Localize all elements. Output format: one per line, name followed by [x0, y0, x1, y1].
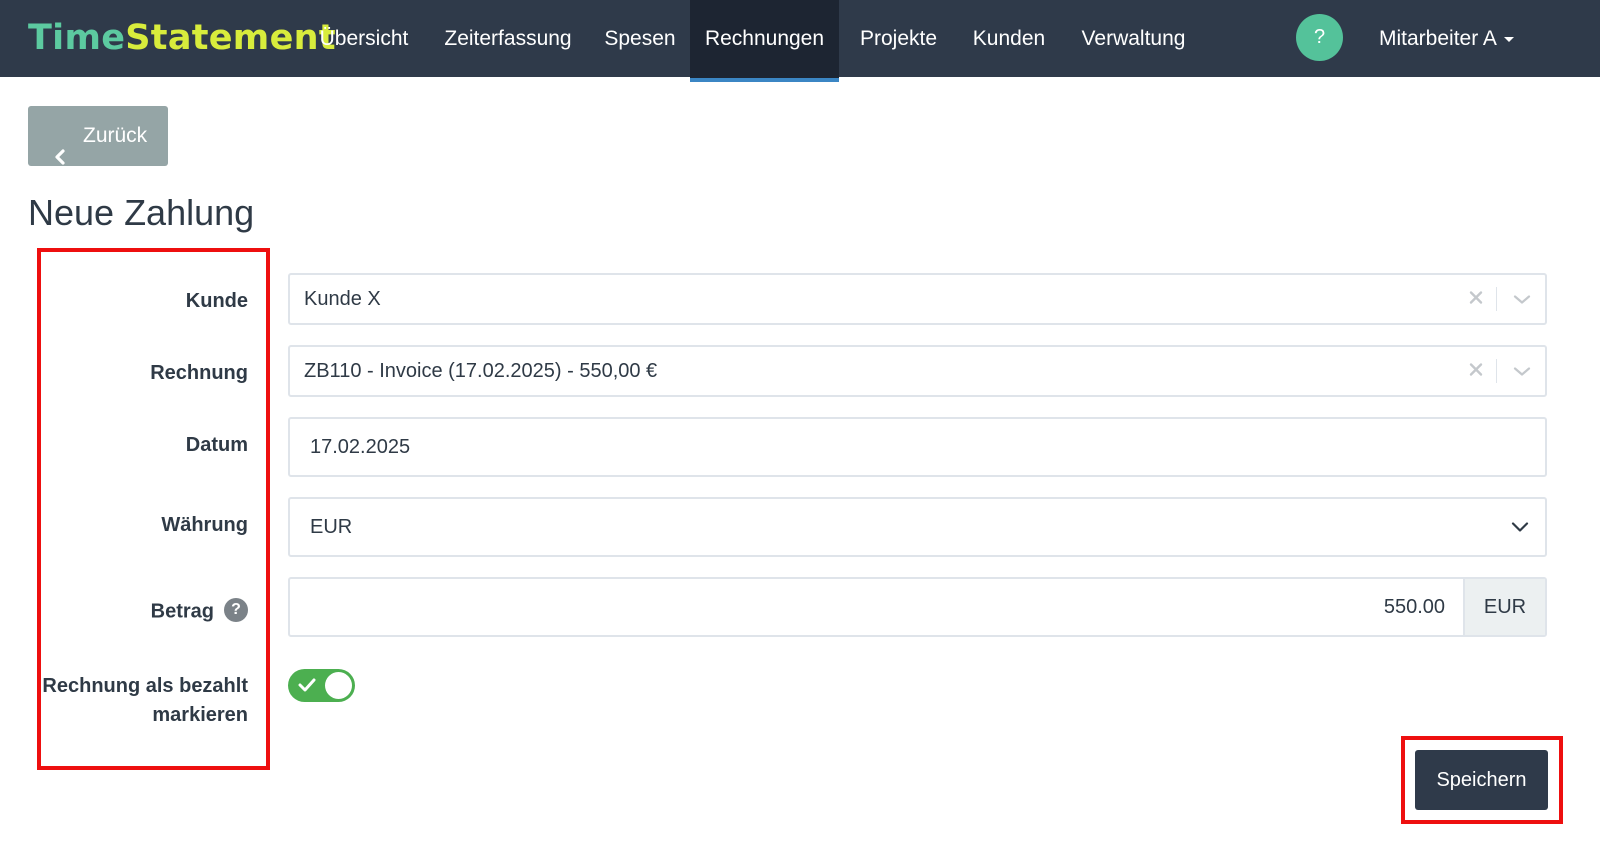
- nav-item-rechnungen[interactable]: Rechnungen: [690, 0, 839, 82]
- user-name: Mitarbeiter A: [1379, 27, 1497, 50]
- chevron-down-icon[interactable]: [1513, 288, 1531, 311]
- toggle-knob: [325, 672, 352, 699]
- clear-icon[interactable]: [1469, 288, 1483, 311]
- nav-item-kunden[interactable]: Kunden: [958, 0, 1060, 77]
- top-navbar: TimeStatement Übersicht Zeiterfassung Sp…: [0, 0, 1600, 82]
- user-menu-dropdown[interactable]: Mitarbeiter A: [1379, 0, 1514, 77]
- chevron-left-icon: [54, 129, 65, 189]
- kunde-value: Kunde X: [304, 288, 381, 310]
- betrag-value: 550.00: [1383, 596, 1445, 618]
- paid-toggle[interactable]: [288, 669, 355, 702]
- help-button[interactable]: ?: [1296, 14, 1343, 61]
- waehrung-select[interactable]: EUR: [288, 497, 1547, 557]
- annotation-box-save: [1401, 736, 1563, 824]
- chevron-down-icon: [1511, 516, 1529, 539]
- datum-value: 17.02.2025: [310, 436, 411, 458]
- clear-icon[interactable]: [1469, 360, 1483, 383]
- betrag-input-group[interactable]: 550.00 EUR: [288, 577, 1547, 637]
- nav-item-projekte[interactable]: Projekte: [839, 0, 958, 77]
- waehrung-value: EUR: [310, 516, 353, 538]
- back-button-label: Zurück: [83, 124, 148, 147]
- select-separator: [1496, 287, 1497, 311]
- check-icon: [298, 677, 316, 698]
- nav-item-uebersicht[interactable]: Übersicht: [302, 0, 426, 77]
- brand-logo[interactable]: TimeStatement: [28, 17, 336, 59]
- chevron-down-icon[interactable]: [1513, 360, 1531, 383]
- nav-item-spesen[interactable]: Spesen: [590, 0, 690, 77]
- back-button[interactable]: Zurück: [28, 106, 168, 166]
- page-title: Neue Zahlung: [28, 192, 255, 233]
- question-icon: ?: [1313, 26, 1326, 48]
- nav-item-zeiterfassung[interactable]: Zeiterfassung: [426, 0, 590, 77]
- nav-item-verwaltung[interactable]: Verwaltung: [1060, 0, 1207, 77]
- select-separator: [1496, 359, 1497, 383]
- rechnung-value: ZB110 - Invoice (17.02.2025) - 550,00 €: [304, 360, 658, 382]
- annotation-box-labels: [37, 248, 270, 770]
- datum-input[interactable]: 17.02.2025: [288, 417, 1547, 477]
- betrag-currency-addon: EUR: [1463, 579, 1545, 635]
- rechnung-select[interactable]: ZB110 - Invoice (17.02.2025) - 550,00 €: [288, 345, 1547, 397]
- caret-down-icon: [1503, 36, 1514, 42]
- kunde-select[interactable]: Kunde X: [288, 273, 1547, 325]
